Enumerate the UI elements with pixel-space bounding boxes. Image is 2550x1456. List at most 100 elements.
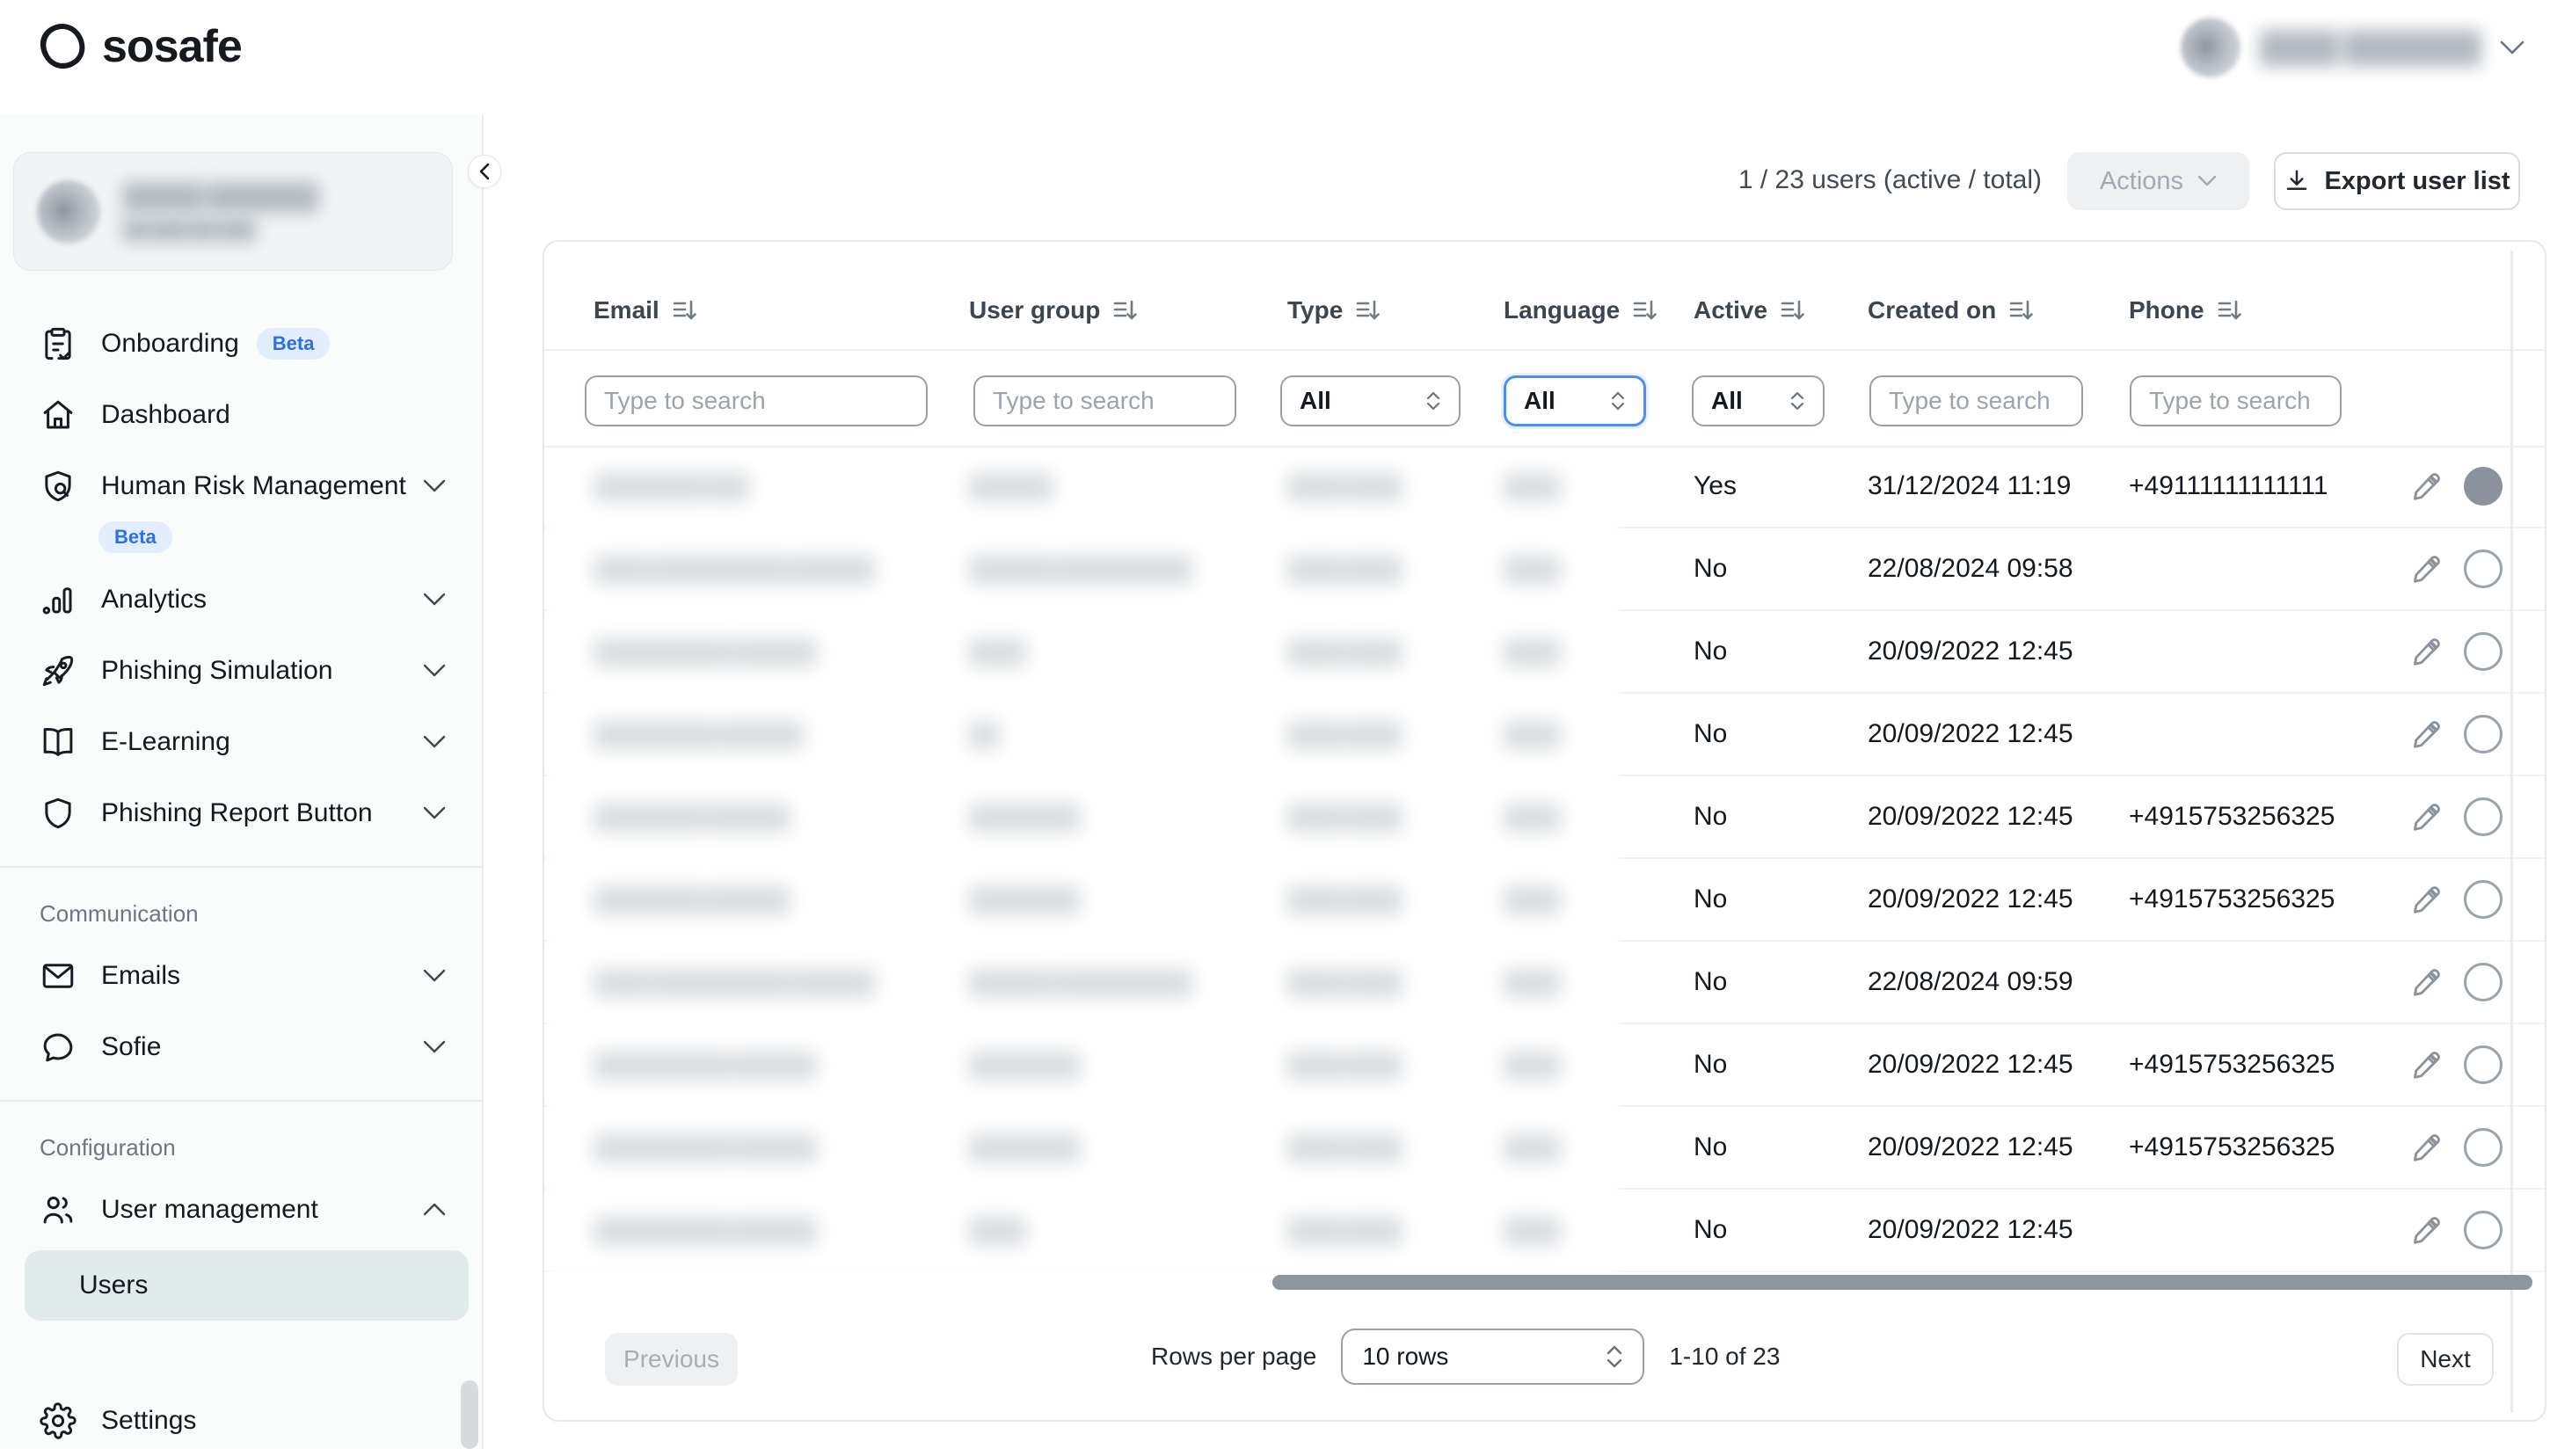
user-count-text: 1 / 23 users (active / total)	[1738, 165, 2042, 195]
actions-button[interactable]: Actions	[2067, 152, 2249, 210]
edit-user-button[interactable]	[2410, 800, 2444, 834]
cell-created-on: 22/08/2024 09:58	[1868, 528, 2073, 609]
edit-user-button[interactable]	[2410, 552, 2444, 586]
table-row[interactable]: ████ ██████████ ████████████ ███████████…	[544, 528, 2545, 611]
row-select	[2464, 942, 2503, 1023]
filter-search-phone[interactable]	[2130, 375, 2342, 426]
filter-search-input-user-group[interactable]	[993, 387, 1217, 415]
sidebar-item-dashboard[interactable]: Dashboard	[0, 379, 482, 450]
user-avatar	[2181, 18, 2240, 77]
cell-email-redacted: █████████ ██████	[594, 694, 801, 775]
row-radio-unselected[interactable]	[2464, 797, 2503, 836]
edit-user-button[interactable]	[2410, 1048, 2444, 1081]
edit-user-button[interactable]	[2410, 470, 2444, 503]
cell-language-redacted: ████	[1504, 859, 1558, 940]
table-row[interactable]: ██████████ ██████████████ ████████No20/0…	[544, 611, 2545, 694]
previous-page-button[interactable]: Previous	[605, 1333, 738, 1386]
row-radio-unselected[interactable]	[2464, 1128, 2503, 1167]
edit-user-button[interactable]	[2410, 717, 2444, 751]
sidebar-item-human-risk-management[interactable]: Human Risk Management	[0, 450, 482, 521]
chevron-left-icon	[477, 162, 492, 181]
filter-search-email[interactable]	[585, 375, 928, 426]
column-header-label: Type	[1287, 296, 1343, 324]
column-header-created-on[interactable]: Created on	[1868, 296, 2035, 324]
sidebar-item-users[interactable]: Users	[25, 1250, 469, 1321]
sidebar-divider	[0, 866, 482, 868]
table-row[interactable]: █████████ ████████████ ████████No20/09/2…	[544, 694, 2545, 776]
cell-type-redacted: ████ ████	[1287, 1107, 1400, 1188]
sort-icon[interactable]	[1632, 298, 1658, 323]
column-header-language[interactable]: Language	[1504, 296, 1658, 324]
column-header-active[interactable]: Active	[1694, 296, 1806, 324]
filter-search-input-phone[interactable]	[2149, 387, 2322, 415]
cell-phone: +4915753256325	[2129, 1024, 2335, 1105]
chevron-down-icon	[422, 663, 447, 678]
filter-search-created-on[interactable]	[1869, 375, 2083, 426]
row-radio-unselected[interactable]	[2464, 963, 2503, 1001]
sort-icon[interactable]	[1780, 298, 1806, 323]
filter-select-type[interactable]: All	[1280, 375, 1461, 426]
vertical-scrollbar-track[interactable]	[2510, 251, 2513, 1413]
sort-icon[interactable]	[2217, 298, 2243, 323]
sidebar-item-phishing-report-button[interactable]: Phishing Report Button	[0, 777, 482, 848]
account-menu[interactable]: ████ ███████	[2181, 18, 2525, 77]
sidebar-item-e-learning[interactable]: E-Learning	[0, 706, 482, 777]
table-row[interactable]: ████ ██████████ ████████████ ███████████…	[544, 942, 2545, 1024]
filter-select-active[interactable]: All	[1692, 375, 1825, 426]
users-table-card: Email User group Type Language Active Created…	[543, 240, 2546, 1422]
edit-user-button[interactable]	[2410, 883, 2444, 916]
sort-icon[interactable]	[672, 298, 698, 323]
sidebar-item-phishing-simulation[interactable]: Phishing Simulation	[0, 635, 482, 706]
export-user-list-button[interactable]: Export user list	[2274, 152, 2520, 210]
edit-user-button[interactable]	[2410, 1131, 2444, 1164]
company-card[interactable]: █████ ███████ ██ ███ ██ ███	[13, 152, 453, 271]
sidebar-item-onboarding[interactable]: Onboarding Beta	[0, 308, 482, 379]
home-icon	[40, 397, 76, 433]
sort-icon[interactable]	[1112, 298, 1139, 323]
filter-search-user-group[interactable]	[973, 375, 1236, 426]
column-header-user-group[interactable]: User group	[969, 296, 1139, 324]
sidebar: █████ ███████ ██ ███ ██ ███ Onboarding B…	[0, 114, 484, 1449]
column-header-type[interactable]: Type	[1287, 296, 1381, 324]
sidebar-item-settings[interactable]: Settings	[0, 1385, 482, 1456]
sidebar-item-emails[interactable]: Emails	[0, 940, 482, 1011]
sort-icon[interactable]	[1355, 298, 1381, 323]
chevron-down-icon	[422, 968, 447, 983]
cell-user-group-redacted: ██████	[969, 446, 1051, 527]
table-row[interactable]: ████████ █████████████ ████████Yes31/12/…	[544, 446, 2545, 528]
table-row[interactable]: ██████████ ██████████████████ ████████No…	[544, 1024, 2545, 1107]
sidebar-item-analytics[interactable]: Analytics	[0, 564, 482, 635]
row-actions	[2410, 776, 2444, 857]
row-radio-unselected[interactable]	[2464, 632, 2503, 671]
filter-select-language[interactable]: All	[1504, 375, 1646, 426]
edit-user-button[interactable]	[2410, 635, 2444, 668]
row-radio-unselected[interactable]	[2464, 715, 2503, 753]
row-radio-selected[interactable]	[2464, 467, 2503, 506]
company-avatar	[37, 180, 100, 244]
table-row[interactable]: ████████ ██████████████████ ████████No20…	[544, 776, 2545, 859]
sidebar-collapse-button[interactable]	[468, 155, 501, 188]
chevron-down-icon	[422, 1039, 447, 1054]
sidebar-item-sofie[interactable]: Sofie	[0, 1011, 482, 1082]
column-header-phone[interactable]: Phone	[2129, 296, 2243, 324]
sidebar-scrollbar-thumb[interactable]	[461, 1380, 478, 1449]
filter-search-input-email[interactable]	[604, 387, 908, 415]
edit-user-button[interactable]	[2410, 965, 2444, 999]
row-radio-unselected[interactable]	[2464, 1211, 2503, 1249]
horizontal-scrollbar-thumb[interactable]	[1272, 1275, 2532, 1290]
table-row[interactable]: ██████████ ██████████████ ████████No20/0…	[544, 1190, 2545, 1272]
edit-user-button[interactable]	[2410, 1213, 2444, 1247]
rows-per-page-select[interactable]: 10 rows	[1341, 1329, 1644, 1385]
row-radio-unselected[interactable]	[2464, 1045, 2503, 1084]
table-row[interactable]: ██████████ ██████████████████ ████████No…	[544, 1107, 2545, 1190]
sort-icon[interactable]	[2008, 298, 2035, 323]
sosafe-logo[interactable]: sosafe	[35, 19, 242, 74]
next-page-button[interactable]: Next	[2397, 1333, 2494, 1386]
row-radio-unselected[interactable]	[2464, 880, 2503, 919]
sidebar-item-user-management[interactable]: User management	[0, 1174, 482, 1245]
row-radio-unselected[interactable]	[2464, 550, 2503, 588]
column-header-email[interactable]: Email	[594, 296, 698, 324]
table-row[interactable]: ████████ ██████████████████ ████████No20…	[544, 859, 2545, 942]
sidebar-item-label: Phishing Simulation	[101, 656, 332, 686]
filter-search-input-created-on[interactable]	[1889, 387, 2064, 415]
